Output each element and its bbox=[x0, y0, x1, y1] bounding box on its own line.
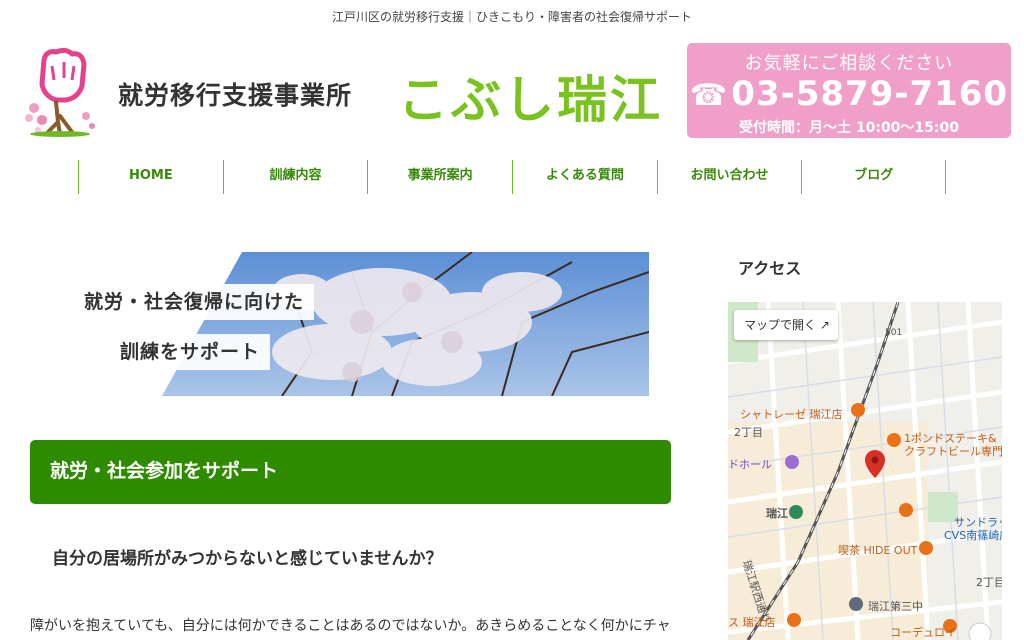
phone-number[interactable]: ☎03-5879-7160 bbox=[687, 75, 1011, 115]
nav-item-faq[interactable]: よくある質問 bbox=[512, 160, 657, 194]
kobushi-logo[interactable] bbox=[22, 46, 102, 138]
banner-caption-line2: 訓練をサポート bbox=[110, 334, 271, 370]
site-header: 就労移行支援事業所 こぶし瑞江 お気軽にご相談ください ☎03-5879-716… bbox=[0, 36, 1024, 148]
map-label-mizue-station: 瑞江 bbox=[766, 507, 788, 520]
nav-item-contact[interactable]: お問い合わせ bbox=[656, 160, 802, 194]
reception-hours: 受付時間：月～土 10:00～15:00 bbox=[738, 120, 959, 136]
access-map[interactable]: マップで開く ↗ 501 シャトレーゼ 瑞江店 1ポンドステーキ& クラフトビー… bbox=[728, 302, 1002, 640]
section-heading: 就労・社会参加をサポート bbox=[30, 440, 671, 504]
global-nav: HOME 訓練内容 事業所案内 よくある質問 お問い合わせ ブログ bbox=[78, 160, 947, 194]
map-label-cafe: 喫茶 HIDE OUT bbox=[838, 544, 918, 557]
brand-name[interactable]: こぶし瑞江 bbox=[398, 60, 663, 132]
access-title: アクセス bbox=[738, 259, 802, 278]
contact-lead: お気軽にご相談ください bbox=[744, 53, 954, 74]
nav-item-training[interactable]: 訓練内容 bbox=[222, 160, 368, 194]
map-label-chateraise: シャトレーゼ 瑞江店 bbox=[740, 408, 843, 421]
nav-item-office-info[interactable]: 事業所案内 bbox=[367, 160, 512, 194]
cherry-blossom-image bbox=[52, 252, 649, 396]
office-name: 就労移行支援事業所 bbox=[118, 81, 353, 110]
phone-icon: ☎ bbox=[689, 78, 729, 113]
map-label-school: 瑞江第三中 bbox=[868, 600, 923, 613]
map-label-hall: ドホール bbox=[728, 458, 772, 471]
nav-item-home[interactable]: HOME bbox=[78, 160, 223, 194]
banner-caption-line1: 就労・社会復帰に向けた bbox=[74, 284, 315, 320]
body-paragraph: 障がいを抱えていても、自分には何かできることはあるのではないか。あきらめることな… bbox=[30, 618, 671, 634]
open-in-maps-button[interactable]: マップで開く ↗ bbox=[734, 310, 838, 340]
nav-item-blog[interactable]: ブログ bbox=[801, 160, 947, 194]
map-label-2chome-2: 2丁目 bbox=[976, 576, 1002, 589]
hero-banner: 就労・社会復帰に向けた 訓練をサポート bbox=[52, 252, 649, 396]
phone-number-text: 03-5879-7160 bbox=[731, 74, 1009, 114]
open-in-maps-label: マップで開く bbox=[744, 318, 817, 332]
map-label-cvs: CVS南篠崎店 bbox=[944, 529, 1002, 542]
sub-heading: 自分の居場所がみつからないと感じていませんか？ bbox=[52, 549, 443, 569]
map-label-route: 501 bbox=[885, 328, 903, 338]
external-link-icon: ↗ bbox=[819, 318, 830, 332]
contact-box[interactable]: お気軽にご相談ください ☎03-5879-7160 受付時間：月～土 10:00… bbox=[687, 43, 1011, 138]
map-label-shop: ス 瑞江店 bbox=[728, 616, 776, 629]
site-tagline: 江戸川区の就労移行支援｜ひきこもり・障害者の社会復帰サポート bbox=[331, 10, 692, 24]
map-label-steak-2: クラフトビール専門 bbox=[904, 445, 1002, 458]
map-label-2chome-1: 2丁目 bbox=[734, 426, 763, 439]
map-label-corduroy: コーデュロイ bbox=[890, 626, 956, 639]
